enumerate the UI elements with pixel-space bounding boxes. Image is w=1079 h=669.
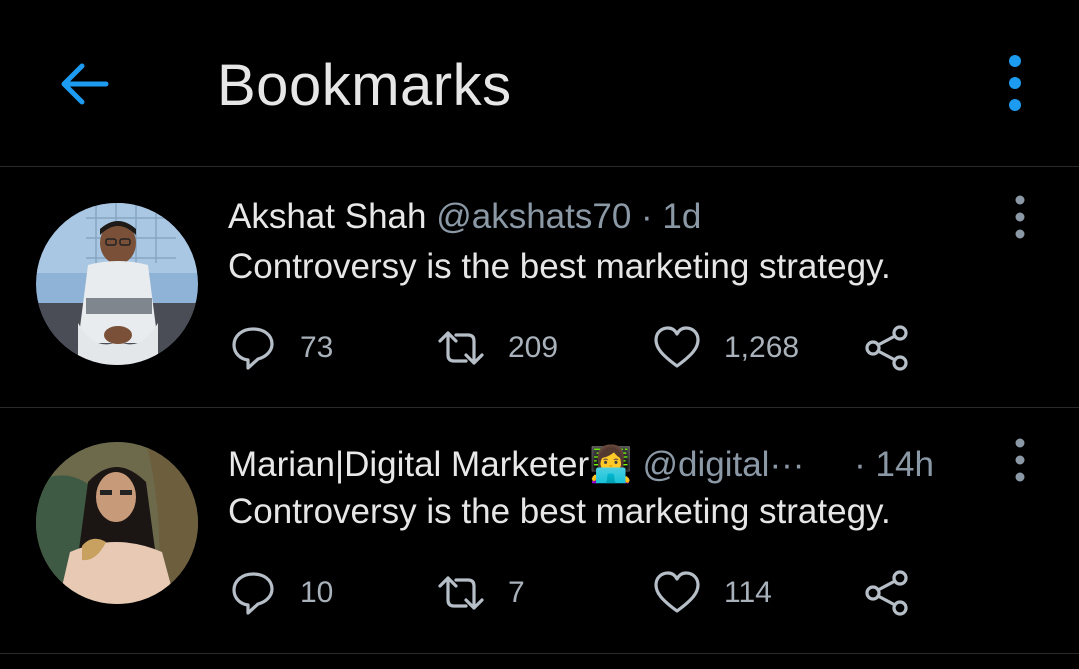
tweet-actions: 73 209 1,268 [228, 323, 948, 373]
separator-dot: · [641, 197, 653, 236]
arrow-left-icon [61, 63, 109, 105]
reply-button[interactable]: 73 [228, 323, 333, 373]
more-options-button[interactable] [995, 52, 1035, 116]
like-count: 1,268 [724, 331, 800, 364]
tweet-more-button[interactable] [1005, 436, 1035, 484]
reply-button[interactable]: 10 [228, 568, 333, 618]
tweet[interactable]: Akshat Shah @akshats70 · 1d Controversy … [0, 167, 1079, 408]
author-name[interactable]: Marian|Digital Marketer👩‍💻 [228, 445, 633, 484]
tweet-text: Controversy is the best marketing strate… [228, 247, 891, 286]
tweet-actions: 10 7 114 [228, 568, 948, 618]
like-button[interactable]: 114 [652, 568, 772, 618]
reply-icon [232, 327, 274, 370]
heart-icon [654, 571, 700, 613]
avatar[interactable] [36, 442, 198, 604]
back-button[interactable] [56, 56, 112, 112]
like-button[interactable]: 1,268 [652, 323, 799, 373]
tweet-header: Akshat Shah @akshats70 · 1d [228, 197, 701, 237]
top-app-bar: Bookmarks [0, 0, 1079, 167]
share-icon [865, 570, 908, 616]
retweet-icon [438, 331, 484, 365]
author-handle[interactable]: @digital··· [642, 445, 804, 484]
retweet-icon [438, 576, 484, 610]
page-title: Bookmarks [217, 53, 512, 118]
avatar-photo [36, 203, 198, 365]
more-vertical-icon [1015, 438, 1025, 482]
tweet-header: Marian|Digital Marketer👩‍💻 @digital··· ·… [228, 444, 934, 485]
timestamp[interactable]: 1d [662, 197, 701, 236]
tweet[interactable]: Marian|Digital Marketer👩‍💻 @digital··· ·… [0, 408, 1079, 654]
retweet-count: 209 [508, 331, 559, 364]
timestamp[interactable]: 14h [876, 445, 934, 484]
tweet-more-button[interactable] [1005, 193, 1035, 241]
share-button[interactable] [862, 568, 912, 618]
avatar[interactable] [36, 203, 198, 365]
retweet-button[interactable]: 7 [436, 568, 525, 618]
share-button[interactable] [862, 323, 912, 373]
author-handle[interactable]: @akshats70 [436, 197, 631, 236]
heart-icon [654, 326, 700, 368]
avatar-photo [36, 442, 198, 604]
reply-count: 73 [300, 331, 334, 364]
retweet-count: 7 [508, 576, 525, 609]
share-icon [865, 325, 908, 371]
like-count: 114 [724, 576, 772, 609]
more-vertical-icon [1009, 55, 1021, 111]
reply-icon [232, 572, 274, 615]
retweet-button[interactable]: 209 [436, 323, 558, 373]
separator-dot: · [854, 445, 866, 484]
reply-count: 10 [300, 576, 334, 609]
author-name[interactable]: Akshat Shah [228, 197, 426, 236]
tweet-text: Controversy is the best marketing strate… [228, 492, 891, 531]
more-vertical-icon [1015, 195, 1025, 239]
